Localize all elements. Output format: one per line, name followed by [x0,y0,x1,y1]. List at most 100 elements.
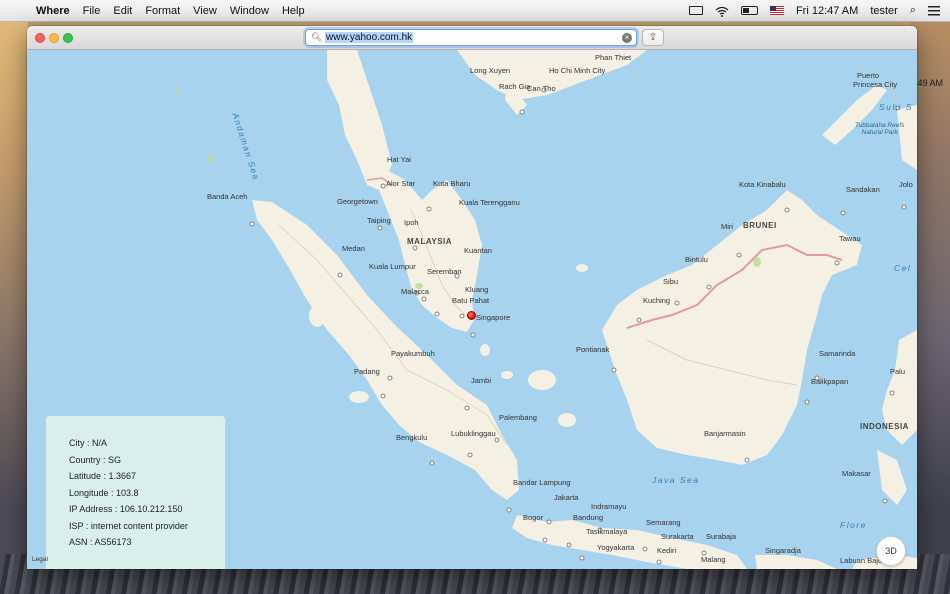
menu-file[interactable]: File [83,5,101,17]
map-view[interactable]: Phan Thiet Long Xuyen Ho Chi Minh City R… [27,50,917,569]
city-label: Bengkulu [396,433,428,442]
city-label: Malang [701,555,726,564]
city-label: Hat Yai [387,155,411,164]
compass-3d-button[interactable]: 3D [876,536,906,566]
sea-label: Java Sea [652,475,700,485]
city-label: Jambi [471,376,492,385]
city-label: Kota Bharu [433,179,471,188]
city-label: Singapore [476,313,511,322]
country-label: MALAYSIA [407,237,453,246]
url-text[interactable]: www.yahoo.com.hk [325,32,414,43]
menubar-user[interactable]: tester [870,5,898,17]
menu-edit[interactable]: Edit [113,5,132,17]
city-label: Taiping [367,216,391,225]
city-label: Labuan Bajo [840,556,883,565]
city-label: Palembang [499,413,537,422]
city-label: Tasikmalaya [586,527,628,536]
city-label: Kluang [465,285,489,294]
sea-label: Flore [840,520,867,530]
city-label: Kuala Terengganu [459,198,520,207]
menu-format[interactable]: Format [145,5,180,17]
city-label: Kuantan [464,246,492,255]
reef-label: Tubbataha Reefs Natural Park [855,122,904,136]
sea-label: Sulu S [879,102,914,112]
city-label: Banjarmasin [704,429,746,438]
legal-link[interactable]: Legal [32,556,48,563]
title-bar: 🔍︎ www.yahoo.com.hk × ⇪ [27,26,917,50]
city-label: Miri [721,222,734,231]
sea-label: Cel [894,263,912,273]
city-label: Padang [354,367,380,376]
city-label: Indramayu [591,502,627,511]
city-label: Ipoh [404,218,419,227]
location-info-panel: City : N/A Country : SG Latitude : 1.366… [46,416,225,569]
city-label: Payakumbuh [391,349,435,358]
spotlight-search-icon[interactable]: ⌕ [910,4,916,17]
url-field[interactable]: 🔍︎ www.yahoo.com.hk × [305,29,637,46]
city-label: Kuching [643,296,671,305]
city-label: Jakarta [554,493,579,502]
city-label: Surakarta [661,532,694,541]
input-source-flag-icon[interactable] [769,6,784,15]
city-label: Malacca [401,287,429,296]
city-label: Balikpapan [811,377,849,386]
city-label: Pontianak [576,345,610,354]
clear-url-icon[interactable]: × [622,33,632,43]
city-label: Tawau [839,234,861,243]
country-label: INDONESIA [860,422,909,431]
close-window-button[interactable] [35,33,45,43]
city-label: Ho Chi Minh City [549,66,606,75]
info-isp: ISP : internet content provider [69,520,188,531]
city-label: Georgetown [337,197,378,206]
desktop-wallpaper-left [0,22,28,594]
city-label: Singaradja [765,546,801,555]
info-ip-address: IP Address : 106.10.212.150 [69,504,183,514]
battery-icon[interactable] [740,6,758,15]
city-label: Yogyakarta [597,543,635,552]
menubar-clock[interactable]: Fri 12:47 AM [796,5,858,17]
city-label: Phan Thiet [595,53,632,62]
zoom-window-button[interactable] [63,33,73,43]
city-label: Alor Star [386,179,416,188]
city-label: Kota Kinabalu [739,180,786,189]
menu-window[interactable]: Window [230,5,269,17]
reef-label-line-2: Natural Park [861,128,898,136]
menu-help[interactable]: Help [282,5,305,17]
city-label: Semarang [646,518,681,527]
city-label: Bandung [573,513,604,522]
city-label: Batu Pahat [452,296,490,305]
city-label: Bandar Lampung [513,478,571,487]
city-label: Jolo [899,180,913,189]
city-label: Puerto [857,71,880,80]
city-label: Makasar [842,469,871,478]
city-label: Kuala Lumpur [369,262,416,271]
info-city: City : N/A [69,438,108,448]
city-label: Seremban [427,267,462,276]
city-label: Princesa City [853,80,898,89]
city-label: Samarinda [819,349,856,358]
wifi-icon[interactable] [715,6,729,17]
city-label: Bintulu [685,255,708,264]
airplay-icon[interactable] [688,6,703,15]
city-label: Medan [342,244,365,253]
city-label: Can Tho [527,84,556,93]
city-label: Long Xuyen [470,66,511,75]
city-label: Lubuklinggau [451,429,496,438]
menu-bar: Where File Edit Format View Window Help … [0,0,950,22]
menu-view[interactable]: View [193,5,217,17]
city-label: Kediri [657,546,677,555]
share-button[interactable]: ⇪ [642,29,664,46]
country-label: BRUNEI [743,221,777,230]
info-longitude: Longitude : 103.8 [69,487,139,498]
city-label: Rach Gia [499,82,531,91]
info-latitude: Latitude : 1.3667 [69,471,137,481]
minimize-window-button[interactable] [49,33,59,43]
location-pin[interactable] [467,311,476,320]
app-menu[interactable]: Where [36,5,70,17]
search-icon: 🔍︎ [311,32,323,42]
info-country: Country : SG [69,454,122,465]
notification-center-icon[interactable] [928,5,940,16]
desktop-clock-peek: 49 AM [917,78,943,88]
city-label: Palu [890,367,906,376]
city-label: Sandakan [846,185,880,194]
